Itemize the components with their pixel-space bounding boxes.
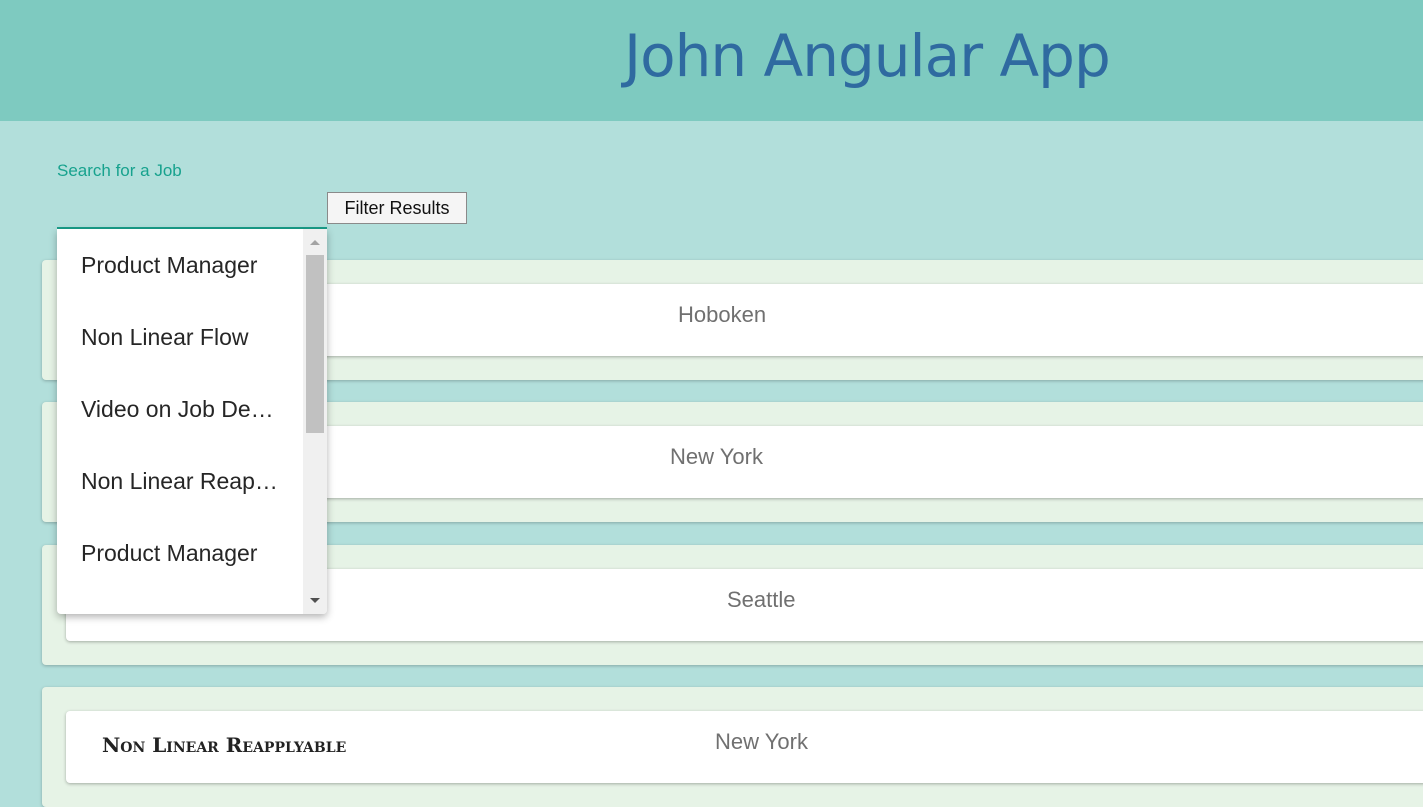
job-location: New York [670,444,763,469]
job-card[interactable]: Non Linear Reapplyable New York [42,687,1423,807]
dropdown-option[interactable]: Video on Job Description [81,396,281,423]
dropdown-option[interactable]: Product Manager [81,540,281,567]
scroll-up-icon[interactable] [303,231,327,253]
job-autocomplete-dropdown[interactable]: Product Manager Non Linear Flow Video on… [57,229,327,614]
scrollbar-thumb[interactable] [306,255,324,433]
job-card-content: Non Linear Reapplyable New York [66,711,1423,783]
job-location: New York [715,729,808,754]
dropdown-scrollbar[interactable] [303,229,327,614]
job-location: Seattle [727,587,796,612]
job-title: Non Linear Reapplyable [102,733,347,757]
job-location: Hoboken [678,302,767,327]
scroll-down-icon[interactable] [303,590,327,612]
dropdown-option[interactable]: Non Linear Reapplyable [81,468,281,495]
dropdown-option[interactable]: Non Linear Flow [81,324,281,351]
dropdown-option[interactable]: Product Manager [81,252,281,279]
